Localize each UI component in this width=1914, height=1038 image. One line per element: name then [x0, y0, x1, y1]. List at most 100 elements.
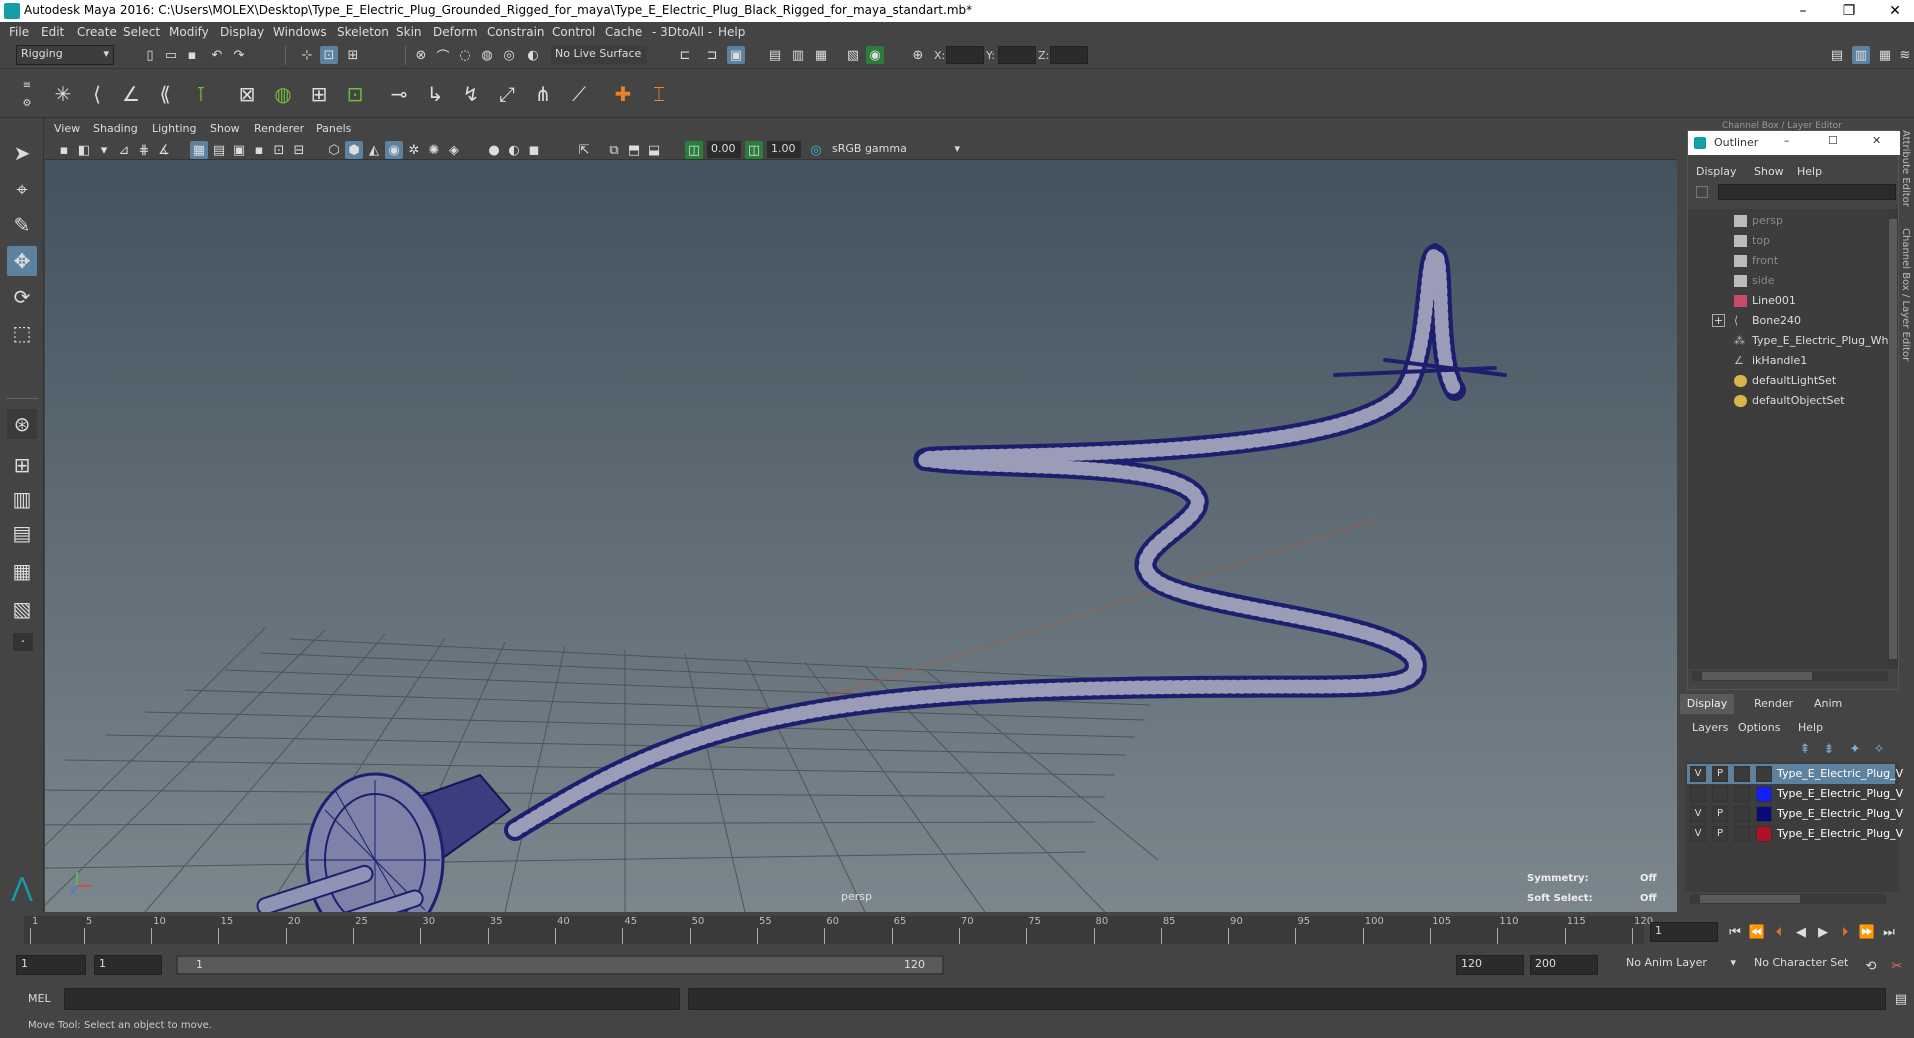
layer-playback-toggle[interactable]: P [1712, 806, 1728, 822]
auto-key-icon[interactable]: ⟲ [1862, 957, 1880, 975]
field-chart-icon[interactable]: ◼ [525, 141, 543, 159]
tool-settings-icon[interactable]: ▦ [1876, 46, 1894, 64]
step-forward-frame-icon[interactable]: ⏵ [1836, 923, 1854, 941]
render-frame-icon[interactable]: ▤ [766, 46, 784, 64]
parent-constraint-icon[interactable]: ⋔ [528, 79, 558, 109]
menu-select[interactable]: Select [123, 25, 160, 39]
outliner-item-side[interactable]: side [1688, 271, 1888, 291]
shadows-icon[interactable]: ⊟ [290, 141, 308, 159]
layer-display-type-toggle[interactable] [1734, 786, 1750, 802]
exposure-icon[interactable]: ◫ [685, 141, 703, 159]
viewport-menu-panels[interactable]: Panels [316, 122, 351, 135]
command-language-label[interactable]: MEL [28, 992, 51, 1005]
save-scene-icon[interactable]: ▪ [183, 46, 201, 64]
menu-file[interactable]: File [9, 25, 29, 39]
select-tool-icon[interactable]: ➤ [7, 138, 37, 168]
layer-display-type-toggle[interactable] [1734, 806, 1750, 822]
color-management-icon[interactable]: ◎ [807, 141, 825, 159]
menu-constrain[interactable]: Constrain [487, 25, 545, 39]
layer-menu-layers[interactable]: Layers [1692, 721, 1728, 734]
move-tool-icon[interactable]: ✥ [7, 246, 37, 276]
go-to-start-icon[interactable]: ⏮ [1726, 923, 1744, 941]
create-cluster-icon[interactable]: ◍ [268, 79, 298, 109]
step-forward-key-icon[interactable]: ⏩ [1858, 923, 1876, 941]
layer-name[interactable]: Type_E_Electric_Plug_V [1777, 767, 1903, 780]
menu-display[interactable]: Display [220, 25, 264, 39]
layer-menu-options[interactable]: Options [1738, 721, 1780, 734]
play-forwards-icon[interactable]: ▶ [1814, 923, 1832, 941]
output-ops-icon[interactable]: ⊐ [703, 46, 721, 64]
pole-vector-icon[interactable]: ⟋ [564, 79, 594, 109]
ipr-render-icon[interactable]: ▥ [789, 46, 807, 64]
insert-joint-icon[interactable]: ⟨ [82, 79, 112, 109]
tab-render[interactable]: Render [1754, 697, 1793, 710]
layer-menu-help[interactable]: Help [1798, 721, 1823, 734]
y-input[interactable] [998, 46, 1036, 64]
exposure-value[interactable]: 0.00 [707, 141, 741, 158]
menu-edit[interactable]: Edit [41, 25, 64, 39]
shelf-settings-icon[interactable]: ⚙ [18, 94, 36, 112]
ik-handle-tool-icon[interactable]: ∠ [116, 79, 146, 109]
outliner-item-defaultlightset[interactable]: defaultLightSet [1688, 371, 1888, 391]
outliner-menu-show[interactable]: Show [1754, 165, 1784, 178]
outliner-item-plug-mesh[interactable]: ⁂ Type_E_Electric_Plug_Whit [1688, 331, 1896, 351]
tab-anim[interactable]: Anim [1814, 697, 1842, 710]
color-space-selector[interactable]: sRGB gamma ▾ [828, 141, 964, 158]
layer-row[interactable]: V P Type_E_Electric_Plug_V [1687, 804, 1903, 824]
new-empty-layer-icon[interactable]: ✦ [1846, 740, 1864, 758]
outliner-filter-icon[interactable] [1696, 186, 1708, 198]
layout-extra-icon[interactable]: · [13, 633, 33, 651]
menu-help[interactable]: Help [718, 25, 745, 39]
outliner-maximize-button[interactable]: ☐ [1828, 134, 1838, 147]
layer-name[interactable]: Type_E_Electric_Plug_V [1777, 827, 1903, 840]
snap-curve-icon[interactable]: ⌒ [434, 46, 452, 65]
menu-modify[interactable]: Modify [169, 25, 209, 39]
layer-color-swatch[interactable] [1756, 786, 1772, 802]
expand-icon[interactable]: + [1712, 314, 1725, 327]
outliner-menu-help[interactable]: Help [1797, 165, 1822, 178]
menu-cache[interactable]: Cache [605, 25, 642, 39]
menu-create[interactable]: Create [77, 25, 117, 39]
layer-name[interactable]: Type_E_Electric_Plug_V [1777, 807, 1903, 820]
hypershade-icon[interactable]: ▧ [844, 46, 862, 64]
lattice-icon[interactable]: ⊞ [304, 79, 334, 109]
depth-of-field-icon[interactable]: ◈ [445, 141, 463, 159]
xray-icon[interactable]: ⬡ [325, 141, 343, 159]
outliner-item-defaultobjectset[interactable]: defaultObjectSet [1688, 391, 1888, 411]
command-input[interactable] [64, 988, 680, 1010]
time-slider[interactable]: 1 5 10 15 20 25 30 35 40 45 50 55 60 65 70 75 80 85 90 95 10… [0, 912, 1914, 948]
layer-row[interactable]: V P Type_E_Electric_Plug_V [1687, 764, 1903, 784]
channel-box-tab[interactable]: Channel Box / Layer Editor [1900, 228, 1911, 388]
isolate-select-icon[interactable]: ◭ [365, 141, 383, 159]
safe-title-icon[interactable]: ⬓ [645, 141, 663, 159]
play-backwards-icon[interactable]: ◀ [1792, 923, 1810, 941]
step-back-frame-icon[interactable]: ⏴ [1770, 923, 1788, 941]
textured-icon[interactable]: ▪ [250, 141, 268, 159]
time-slider-track[interactable]: 1 5 10 15 20 25 30 35 40 45 50 55 60 65 70 75 80 85 90 95 10… [24, 916, 1653, 944]
ambient-occlusion-icon[interactable]: ◉ [385, 141, 403, 159]
attribute-editor-toggle-icon[interactable]: ▥ [1852, 46, 1870, 64]
script-editor-layout-icon[interactable]: ▧ [7, 594, 37, 624]
select-component-icon[interactable]: ⊞ [344, 46, 362, 64]
layer-row[interactable]: V P Type_E_Electric_Plug_V [1687, 824, 1903, 844]
scale-constraint-icon[interactable]: ⤢ [492, 79, 522, 109]
scale-tool-icon[interactable]: ⬚ [7, 318, 37, 348]
paint-select-tool-icon[interactable]: ✎ [7, 210, 37, 240]
channel-box-toggle-icon[interactable]: ≋ [1896, 46, 1914, 64]
script-editor-icon[interactable]: ▤ [1892, 990, 1910, 1008]
camera-select-icon[interactable]: ▪ [55, 141, 73, 159]
set-driven-key-icon[interactable]: ⌶ [644, 79, 674, 109]
viewport-menu-renderer[interactable]: Renderer [254, 122, 304, 135]
attribute-editor-tab[interactable]: Attribute Editor [1900, 130, 1911, 210]
aim-constraint-icon[interactable]: ↯ [456, 79, 486, 109]
input-ops-icon[interactable]: ⊏ [676, 46, 694, 64]
joint-tool-icon[interactable]: ✳ [48, 79, 78, 109]
viewport-menu-lighting[interactable]: Lighting [152, 122, 196, 135]
image-plane-icon[interactable]: ⊿ [115, 141, 133, 159]
shelf-menu-icon[interactable]: ≡ [18, 76, 36, 94]
bind-skin-icon[interactable]: ⊺ [186, 79, 216, 109]
wireframe-on-shaded-icon[interactable]: ▣ [230, 141, 248, 159]
select-hierarchy-icon[interactable]: ⊹ [298, 46, 316, 64]
open-scene-icon[interactable]: ▭ [162, 46, 180, 64]
mode-selector[interactable]: Rigging ▾ [16, 45, 114, 65]
